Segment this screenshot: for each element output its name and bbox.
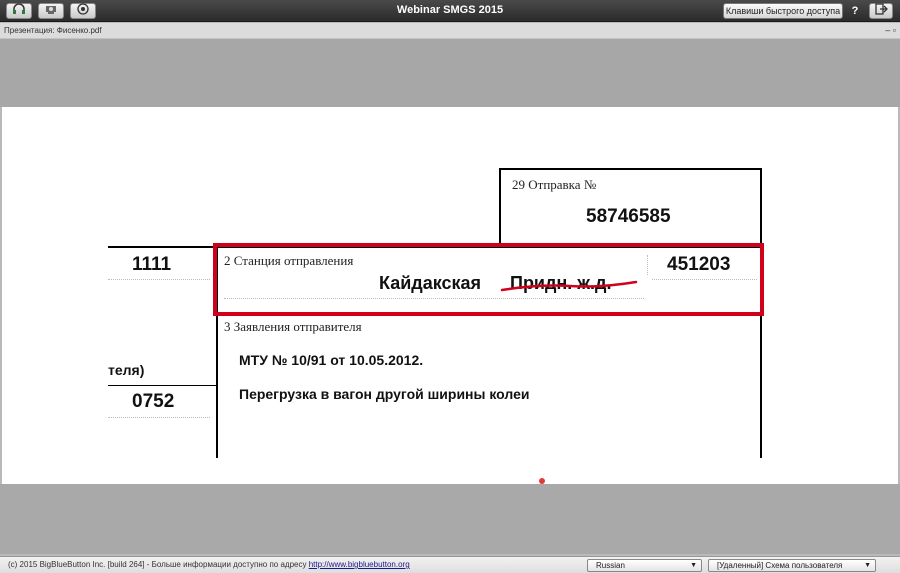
status-bar: (c) 2015 BigBlueButton Inc. [build 264] … [0, 556, 900, 573]
copyright-text: (c) 2015 BigBlueButton Inc. [build 264] … [8, 560, 410, 569]
logout-icon [874, 2, 888, 20]
presenter-pointer [539, 478, 545, 484]
left-bottom-dotted-line [108, 417, 210, 418]
window-controls[interactable]: – ▫ [885, 25, 896, 35]
left-bottom-value: 0752 [132, 391, 175, 412]
keyboard-shortcuts-button[interactable]: Клавиши быстрого доступа [723, 3, 843, 19]
field29-value: 58746585 [586, 206, 671, 227]
chevron-down-icon: ▼ [864, 562, 871, 569]
box29-top-border [499, 168, 762, 170]
highlight-rectangle [213, 243, 764, 316]
presentation-title: Презентация: Фисенко.pdf [4, 26, 102, 35]
maximize-icon[interactable]: ▫ [893, 25, 896, 35]
bigbluebutton-link[interactable]: http://www.bigbluebutton.org [309, 560, 410, 569]
presentation-title-bar: Презентация: Фисенко.pdf – ▫ [0, 23, 900, 39]
field3-label: 3 Заявления отправителя [224, 319, 362, 334]
left-partial-label: теля) [108, 362, 145, 378]
presentation-slide: 29 Отправка № 58746585 1111 2 Станция от… [2, 107, 898, 484]
left-dotted-line [108, 279, 210, 280]
layout-select[interactable]: [Удаленный] Схема пользователя ▼ [708, 559, 876, 572]
help-button[interactable]: ? [849, 3, 861, 19]
field3-line2: Перегрузка в вагон другой ширины колеи [239, 386, 530, 402]
top-toolbar: Webinar SMGS 2015 Клавиши быстрого досту… [0, 0, 900, 22]
chevron-down-icon: ▼ [690, 562, 697, 569]
presentation-footer-background [0, 484, 900, 554]
logout-button[interactable] [869, 3, 893, 19]
minimize-icon[interactable]: – [885, 25, 890, 35]
field29-label: 29 Отправка № [512, 177, 597, 192]
left-top-value: 1111 [132, 254, 172, 275]
left-cell-top-border [108, 246, 216, 248]
copyright-label: (c) 2015 BigBlueButton Inc. [build 264] … [8, 560, 307, 569]
language-select[interactable]: Russian ▼ [587, 559, 702, 572]
field3-line1: МТУ № 10/91 от 10.05.2012. [239, 352, 424, 368]
left-lower-border [108, 385, 216, 386]
box29-left-border [499, 168, 501, 246]
language-select-value: Russian [596, 561, 625, 570]
layout-select-value: [Удаленный] Схема пользователя [717, 561, 843, 570]
